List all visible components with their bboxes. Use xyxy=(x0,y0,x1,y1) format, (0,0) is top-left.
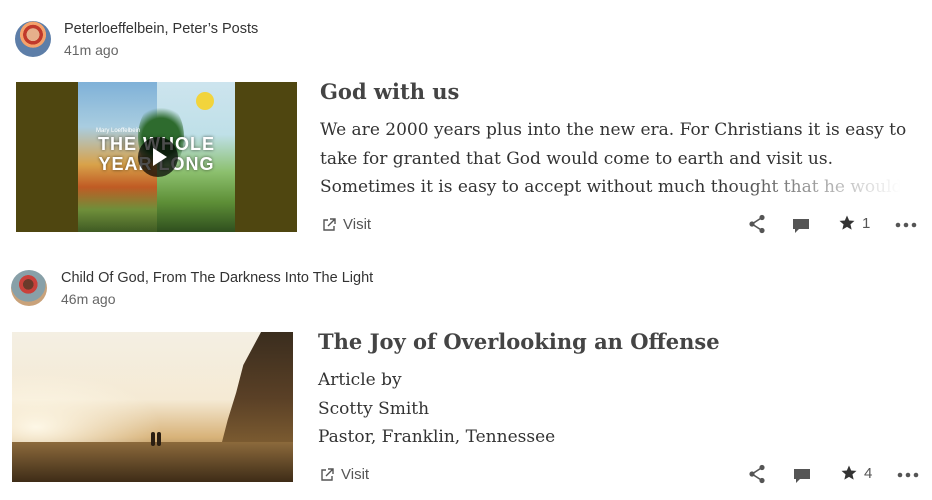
author-avatar[interactable] xyxy=(11,270,47,306)
excerpt-fade xyxy=(720,174,920,202)
feed-post: Child Of God, From The Darkness Into The… xyxy=(0,250,932,500)
post-author[interactable]: Peterloeffelbein, Peter’s Posts xyxy=(64,21,258,37)
excerpt-line: take for granted that God would come to … xyxy=(320,148,833,169)
visit-label: Visit xyxy=(343,216,372,233)
visit-label: Visit xyxy=(341,466,370,483)
excerpt-line: Scotty Smith xyxy=(318,398,430,419)
share-button[interactable] xyxy=(748,464,766,484)
excerpt-line: We are 2000 years plus into the new era.… xyxy=(320,120,907,140)
post-time: 46m ago xyxy=(61,291,116,307)
favorite-button[interactable]: 4 xyxy=(840,464,872,482)
share-button[interactable] xyxy=(748,214,766,234)
more-icon xyxy=(895,222,917,228)
comment-button[interactable] xyxy=(793,464,811,484)
comment-button[interactable] xyxy=(792,214,810,234)
post-author[interactable]: Child Of God, From The Darkness Into The… xyxy=(61,270,373,286)
star-icon xyxy=(839,215,855,230)
external-link-icon xyxy=(321,467,334,481)
play-icon[interactable] xyxy=(138,137,178,177)
comment-icon xyxy=(794,469,810,483)
favorite-button[interactable]: 1 xyxy=(838,214,870,232)
excerpt-line: Article by xyxy=(318,370,402,390)
comment-icon xyxy=(793,219,809,233)
feed-post: Peterloeffelbein, Peter’s Posts 41m ago … xyxy=(0,0,932,250)
post-thumbnail[interactable] xyxy=(12,332,293,482)
external-link-icon xyxy=(323,217,336,231)
star-icon xyxy=(841,465,857,480)
post-time: 41m ago xyxy=(64,42,119,58)
post-title[interactable]: The Joy of Overlooking an Offense xyxy=(318,329,720,354)
favorite-count: 1 xyxy=(862,214,871,232)
more-icon xyxy=(897,472,919,478)
visit-link[interactable]: Visit xyxy=(321,216,371,233)
author-avatar[interactable] xyxy=(15,21,51,57)
share-icon xyxy=(749,464,765,484)
more-button[interactable] xyxy=(897,464,919,484)
post-thumbnail[interactable]: Mary Loeffelbein THE WHOLE YEAR LONG xyxy=(16,82,297,232)
share-icon xyxy=(749,214,765,234)
more-button[interactable] xyxy=(895,214,917,234)
visit-link[interactable]: Visit xyxy=(319,466,369,483)
post-excerpt: Article by Scotty Smith Pastor, Franklin… xyxy=(318,366,918,452)
post-title[interactable]: God with us xyxy=(320,79,459,104)
favorite-count: 4 xyxy=(864,464,873,482)
excerpt-line: Pastor, Franklin, Tennessee xyxy=(318,427,556,447)
